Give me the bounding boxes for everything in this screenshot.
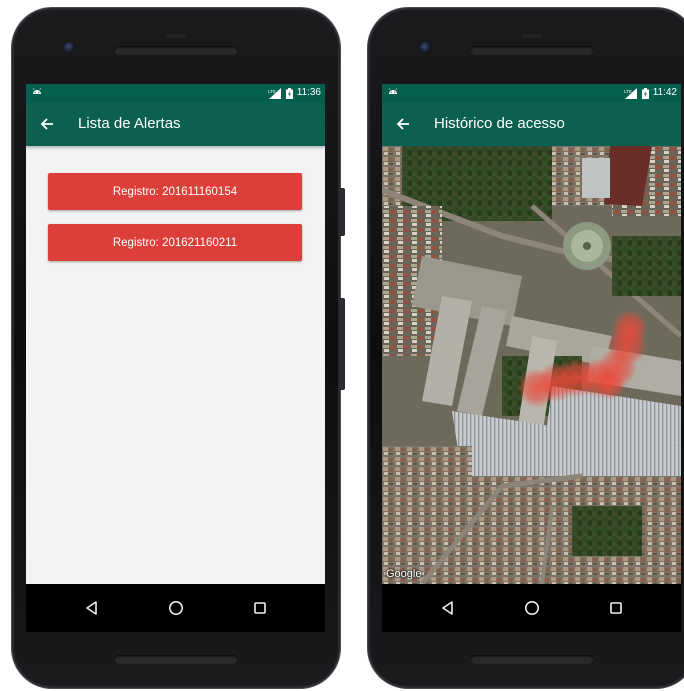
circle-home-icon[interactable] xyxy=(166,598,186,618)
alert-item-button[interactable]: Registro: 201611160154 xyxy=(48,173,302,210)
earpiece-speaker xyxy=(114,34,238,55)
satellite-map[interactable]: Google xyxy=(382,146,681,584)
svg-text:LTE: LTE xyxy=(268,89,276,94)
android-notification-icon xyxy=(33,88,41,94)
app-toolbar: Histórico de acesso xyxy=(382,102,681,146)
volume-button xyxy=(340,298,345,390)
google-attribution: Google xyxy=(386,568,422,580)
triangle-back-icon[interactable] xyxy=(82,598,102,618)
status-time: 11:42 xyxy=(652,87,677,98)
power-button xyxy=(340,188,345,236)
lte-signal-icon: LTE xyxy=(624,87,637,99)
square-recent-icon[interactable] xyxy=(250,598,270,618)
earpiece-speaker xyxy=(470,34,594,55)
page-title: Lista de Alertas xyxy=(78,115,181,132)
bottom-speaker xyxy=(114,655,238,664)
status-time: 11:36 xyxy=(296,87,321,98)
arrow-left-icon[interactable] xyxy=(394,115,412,133)
phone-right: LTE 11:42 Histórico de acesso Google xyxy=(368,8,684,688)
square-recent-icon[interactable] xyxy=(606,598,626,618)
circle-home-icon[interactable] xyxy=(522,598,542,618)
triangle-back-icon[interactable] xyxy=(438,598,458,618)
page-title: Histórico de acesso xyxy=(434,115,565,132)
arrow-left-icon[interactable] xyxy=(38,115,56,133)
app-toolbar: Lista de Alertas xyxy=(26,102,325,146)
front-camera xyxy=(64,42,75,53)
navigation-bar xyxy=(26,584,325,632)
bottom-speaker xyxy=(470,655,594,664)
navigation-bar xyxy=(382,584,681,632)
status-bar: LTE 11:36 xyxy=(26,84,325,102)
battery-icon xyxy=(641,87,649,99)
android-notification-icon xyxy=(389,88,397,94)
satellite-map-imagery xyxy=(382,146,681,584)
battery-icon xyxy=(285,87,293,99)
phone-left: LTE 11:36 Lista de Alertas Registro: 201… xyxy=(12,8,345,688)
front-camera xyxy=(420,42,431,53)
alert-item-button[interactable]: Registro: 201621160211 xyxy=(48,224,302,261)
access-history-screen: LTE 11:42 Histórico de acesso Google xyxy=(382,84,681,584)
lte-signal-icon: LTE xyxy=(268,87,281,99)
alert-list-screen: LTE 11:36 Lista de Alertas Registro: 201… xyxy=(26,84,325,584)
status-bar: LTE 11:42 xyxy=(382,84,681,102)
svg-text:LTE: LTE xyxy=(624,89,632,94)
